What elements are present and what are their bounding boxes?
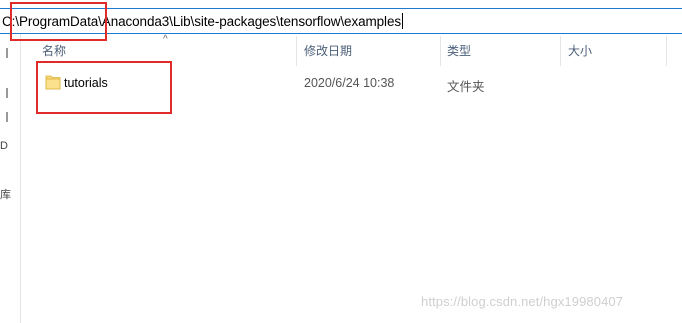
navigation-pane[interactable]: D 库 [0,34,21,323]
address-path-text: C:\ProgramData\Anaconda3\Lib\site-packag… [2,14,402,29]
column-divider[interactable] [560,36,561,66]
file-modified: 2020/6/24 10:38 [304,76,395,90]
column-divider[interactable] [440,36,441,66]
pane-tick [6,88,8,98]
sort-ascending-icon: ^ [163,34,168,45]
pane-tick [6,48,8,58]
column-header-modified[interactable]: 修改日期 [304,42,352,59]
address-path[interactable]: C:\ProgramData\Anaconda3\Lib\site-packag… [2,13,404,29]
column-header-name[interactable]: 名称 [42,42,66,59]
column-divider[interactable] [296,36,297,66]
column-header-row: ^ 名称 修改日期 类型 大小 [21,34,682,66]
pane-fragment[interactable]: D [0,140,8,152]
pane-tick [6,112,8,122]
column-header-type[interactable]: 类型 [447,42,471,59]
file-name[interactable]: tutorials [64,76,108,90]
column-header-size[interactable]: 大小 [568,42,592,59]
watermark: https://blog.csdn.net/hgx19980407 [421,294,624,309]
file-row[interactable]: tutorials 2020/6/24 10:38 文件夹 [21,68,682,98]
file-type: 文件夹 [447,80,485,94]
folder-icon [45,75,61,90]
address-bar[interactable]: C:\ProgramData\Anaconda3\Lib\site-packag… [0,8,682,34]
pane-fragment[interactable]: 库 [0,186,11,202]
text-caret [402,13,404,29]
column-divider[interactable] [666,36,667,66]
